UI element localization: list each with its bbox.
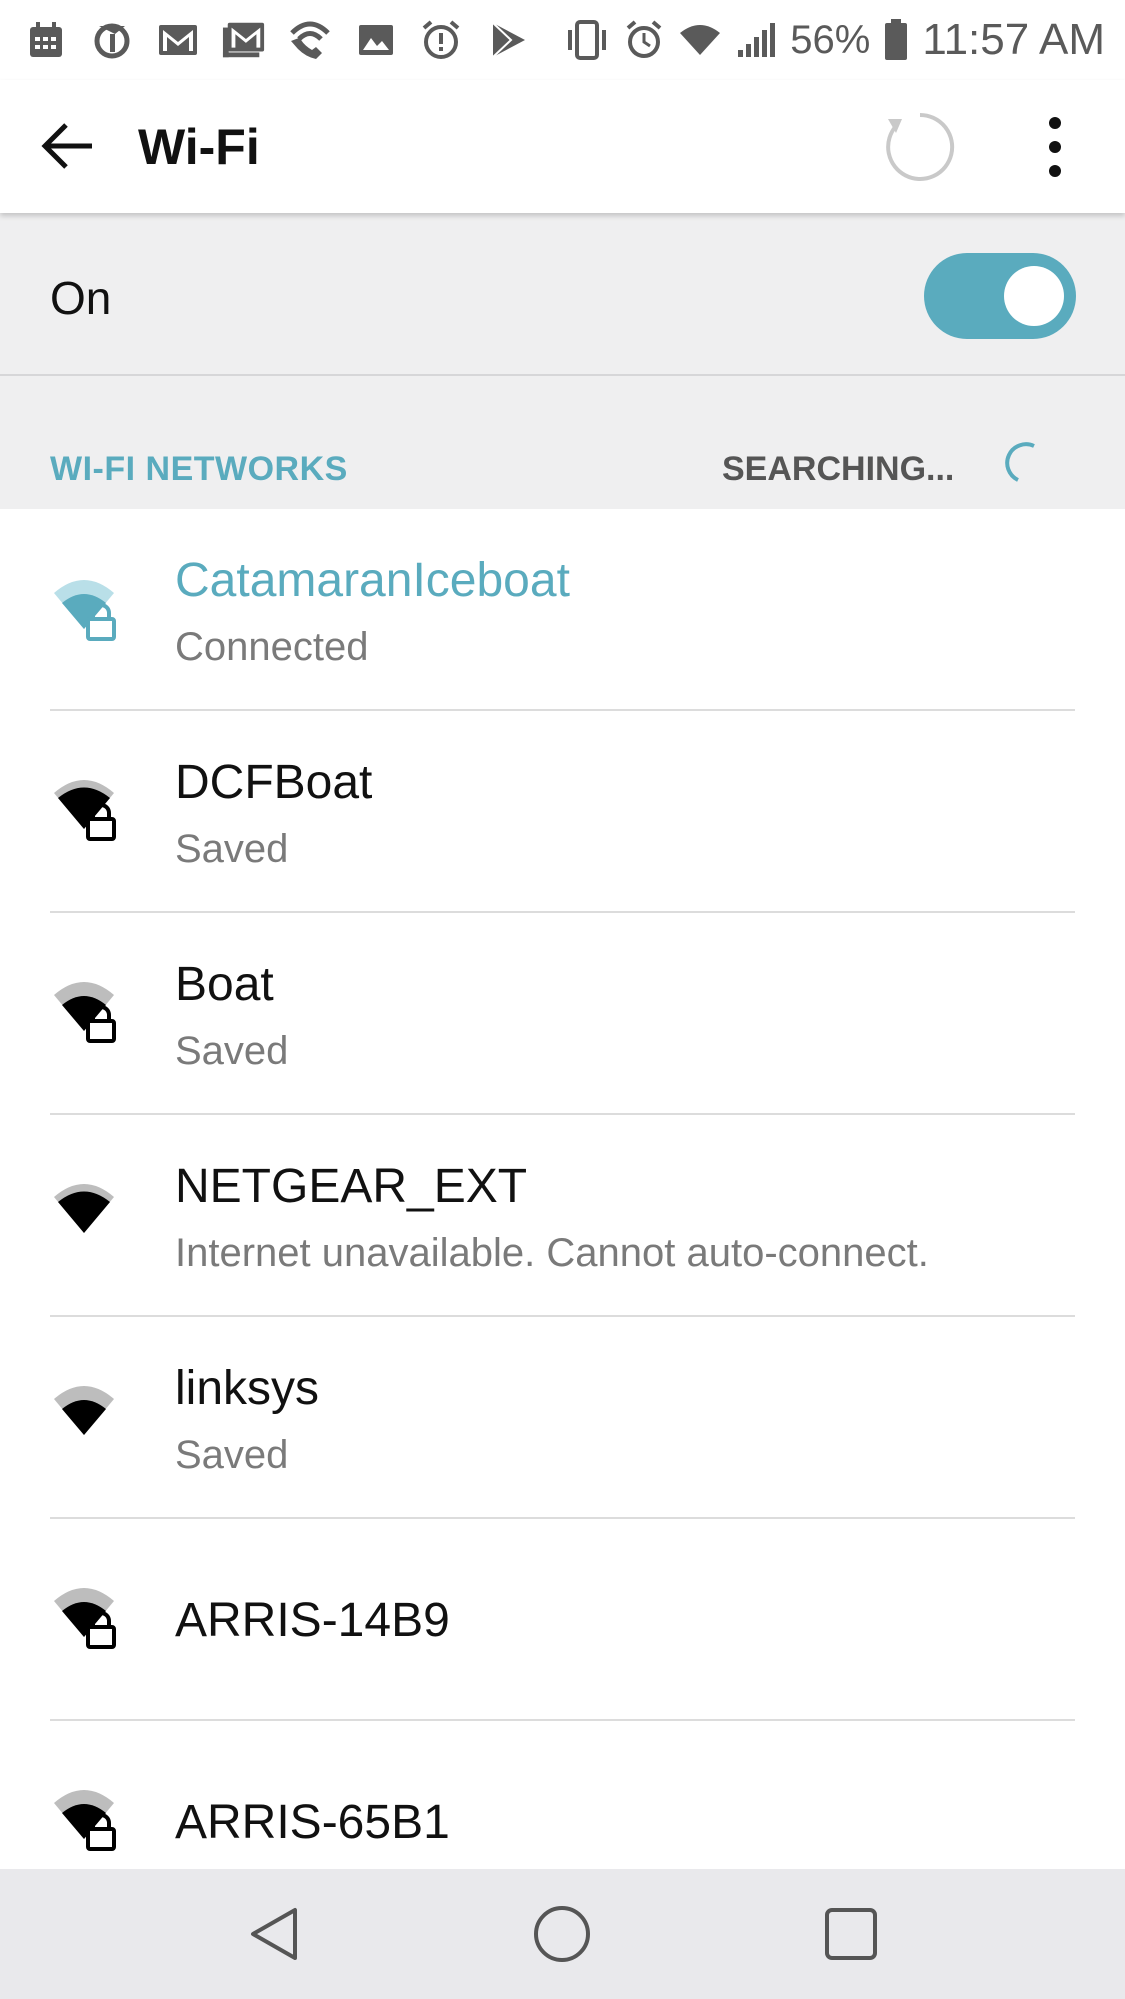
wifi-toggle-label: On [50,272,112,324]
refresh-icon[interactable] [880,107,960,187]
navigation-bar [0,1869,1125,1999]
alarm-alert-icon [420,18,464,62]
network-status: Connected [175,625,369,669]
gmail-icon [156,18,200,62]
more-options-icon[interactable] [1030,107,1080,187]
wifi-secured-icon [50,1581,126,1657]
toggle-knob [1004,266,1064,326]
network-item[interactable]: NETGEAR_EXT Internet unavailable. Cannot… [0,1115,1125,1317]
wifi-icon [50,1177,126,1253]
calendar-icon [24,18,68,62]
network-name: NETGEAR_EXT [175,1160,528,1213]
network-name: linksys [175,1362,320,1415]
network-name: Boat [175,958,274,1011]
loading-spinner-icon [1004,442,1044,491]
page-title: Wi-Fi [138,119,260,175]
wifi-networks-header: WI-FI NETWORKS SEARCHING... [0,376,1125,509]
nav-back-icon[interactable] [240,1899,310,1969]
wifi-signal-icon [678,23,722,57]
app-bar: Wi-Fi [0,80,1125,213]
network-item[interactable]: ARRIS-14B9 [0,1519,1125,1721]
network-item[interactable]: Boat Saved [0,913,1125,1115]
clock: 11:57 AM [922,15,1105,64]
network-status: Internet unavailable. Cannot auto-connec… [175,1231,929,1275]
notification-icons [24,18,530,62]
network-item[interactable]: DCFBoat Saved [0,711,1125,913]
wifi-toggle-row[interactable]: On [0,213,1125,376]
network-status: Saved [175,827,289,871]
network-name: ARRIS-14B9 [175,1594,450,1647]
wifi-secured-icon [50,975,126,1051]
nyt-icon [90,18,134,62]
wifi-toggle-switch[interactable] [924,253,1076,339]
wifi-secured-icon [50,1783,126,1859]
network-name: ARRIS-65B1 [175,1796,450,1849]
back-arrow-icon[interactable] [36,114,100,178]
status-bar: 56% 11:57 AM [0,0,1125,80]
nav-home-icon[interactable] [527,1899,597,1969]
wifi-secured-icon [50,773,126,849]
network-item[interactable]: CatamaranIceboat Connected [0,509,1125,711]
searching-status: SEARCHING... [722,450,955,488]
system-status: 56% 11:57 AM [564,15,1105,65]
section-title: WI-FI NETWORKS [50,450,348,488]
vibrate-icon [564,20,610,60]
network-item[interactable]: linksys Saved [0,1317,1125,1519]
network-list: CatamaranIceboat Connected DCFBoat Saved… [0,509,1125,1923]
wifi-secured-icon [50,573,126,649]
battery-icon [884,19,908,61]
battery-percent: 56% [790,17,871,62]
nav-recents-icon[interactable] [816,1899,886,1969]
gmail-icon [222,18,266,62]
image-icon [354,18,398,62]
alarm-icon [624,20,664,60]
cell-signal-icon [736,22,776,58]
wifi-icon [50,1379,126,1455]
wifi-calling-icon [288,18,332,62]
network-name: CatamaranIceboat [175,554,570,607]
network-name: DCFBoat [175,756,373,809]
network-status: Saved [175,1433,289,1477]
network-status: Saved [175,1029,289,1073]
play-store-icon [486,18,530,62]
